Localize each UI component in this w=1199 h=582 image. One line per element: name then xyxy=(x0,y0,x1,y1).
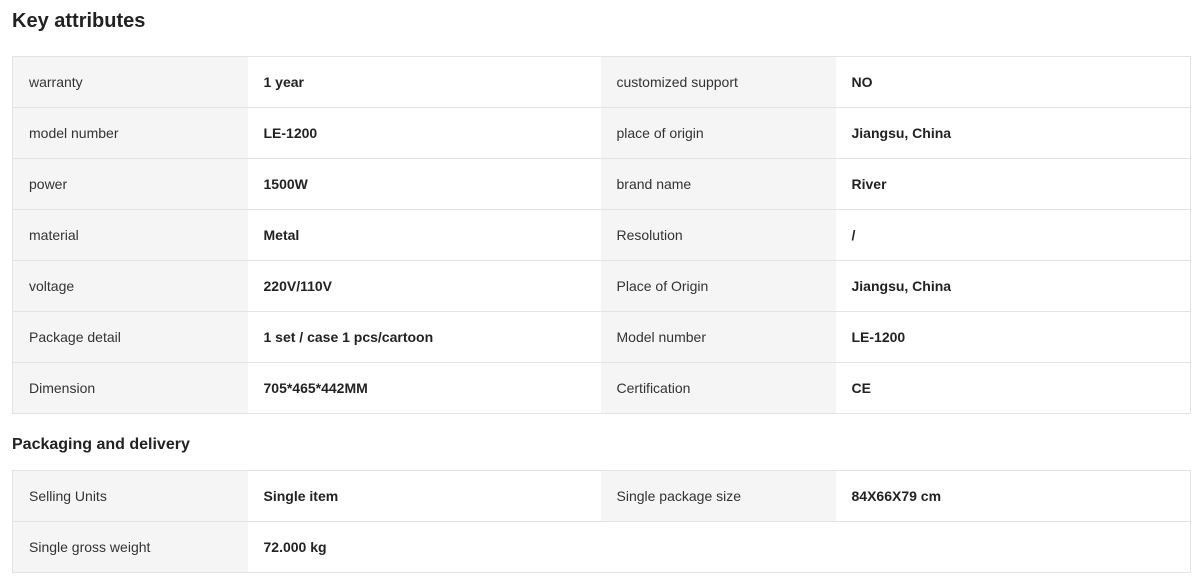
table-row: material Metal Resolution / xyxy=(12,209,1191,261)
attribute-value: CE xyxy=(835,362,1191,414)
table-row: Dimension 705*465*442MM Certification CE xyxy=(12,362,1191,414)
attribute-value: River xyxy=(835,158,1191,210)
attribute-label: power xyxy=(12,158,248,210)
packaging-delivery-table: Selling Units Single item Single package… xyxy=(12,470,1191,573)
attribute-value: LE-1200 xyxy=(835,311,1191,363)
key-attributes-table: warranty 1 year customized support NO mo… xyxy=(12,56,1191,414)
attribute-label: brand name xyxy=(600,158,836,210)
attribute-value: 1 set / case 1 pcs/cartoon xyxy=(247,311,601,363)
empty-cell xyxy=(600,521,1191,573)
attribute-value: 72.000 kg xyxy=(247,521,601,573)
attribute-value: 1 year xyxy=(247,56,601,108)
attribute-value: 220V/110V xyxy=(247,260,601,312)
table-row: warranty 1 year customized support NO xyxy=(12,56,1191,108)
attribute-value: 705*465*442MM xyxy=(247,362,601,414)
table-row: power 1500W brand name River xyxy=(12,158,1191,210)
attribute-label: warranty xyxy=(12,56,248,108)
attribute-label: Single gross weight xyxy=(12,521,248,573)
attribute-value: Metal xyxy=(247,209,601,261)
attribute-value: NO xyxy=(835,56,1191,108)
attribute-value: Jiangsu, China xyxy=(835,260,1191,312)
attribute-label: material xyxy=(12,209,248,261)
table-row: voltage 220V/110V Place of Origin Jiangs… xyxy=(12,260,1191,312)
attribute-label: voltage xyxy=(12,260,248,312)
attribute-label: customized support xyxy=(600,56,836,108)
attribute-value: / xyxy=(835,209,1191,261)
attribute-value: 84X66X79 cm xyxy=(835,470,1191,522)
attribute-label: Single package size xyxy=(600,470,836,522)
attribute-label: Place of Origin xyxy=(600,260,836,312)
attribute-label: Model number xyxy=(600,311,836,363)
product-attributes-page: Key attributes warranty 1 year customize… xyxy=(0,0,1199,582)
attribute-label: Package detail xyxy=(12,311,248,363)
attribute-value: LE-1200 xyxy=(247,107,601,159)
attribute-value: Single item xyxy=(247,470,601,522)
table-row: Selling Units Single item Single package… xyxy=(12,470,1191,522)
attribute-value: 1500W xyxy=(247,158,601,210)
table-row: Single gross weight 72.000 kg xyxy=(12,521,1191,573)
table-row: Package detail 1 set / case 1 pcs/cartoo… xyxy=(12,311,1191,363)
attribute-label: Resolution xyxy=(600,209,836,261)
key-attributes-title: Key attributes xyxy=(12,10,146,32)
attribute-label: model number xyxy=(12,107,248,159)
attribute-label: Dimension xyxy=(12,362,248,414)
packaging-delivery-title: Packaging and delivery xyxy=(12,436,190,453)
table-row: model number LE-1200 place of origin Jia… xyxy=(12,107,1191,159)
attribute-label: place of origin xyxy=(600,107,836,159)
attribute-value: Jiangsu, China xyxy=(835,107,1191,159)
attribute-label: Selling Units xyxy=(12,470,248,522)
attribute-label: Certification xyxy=(600,362,836,414)
